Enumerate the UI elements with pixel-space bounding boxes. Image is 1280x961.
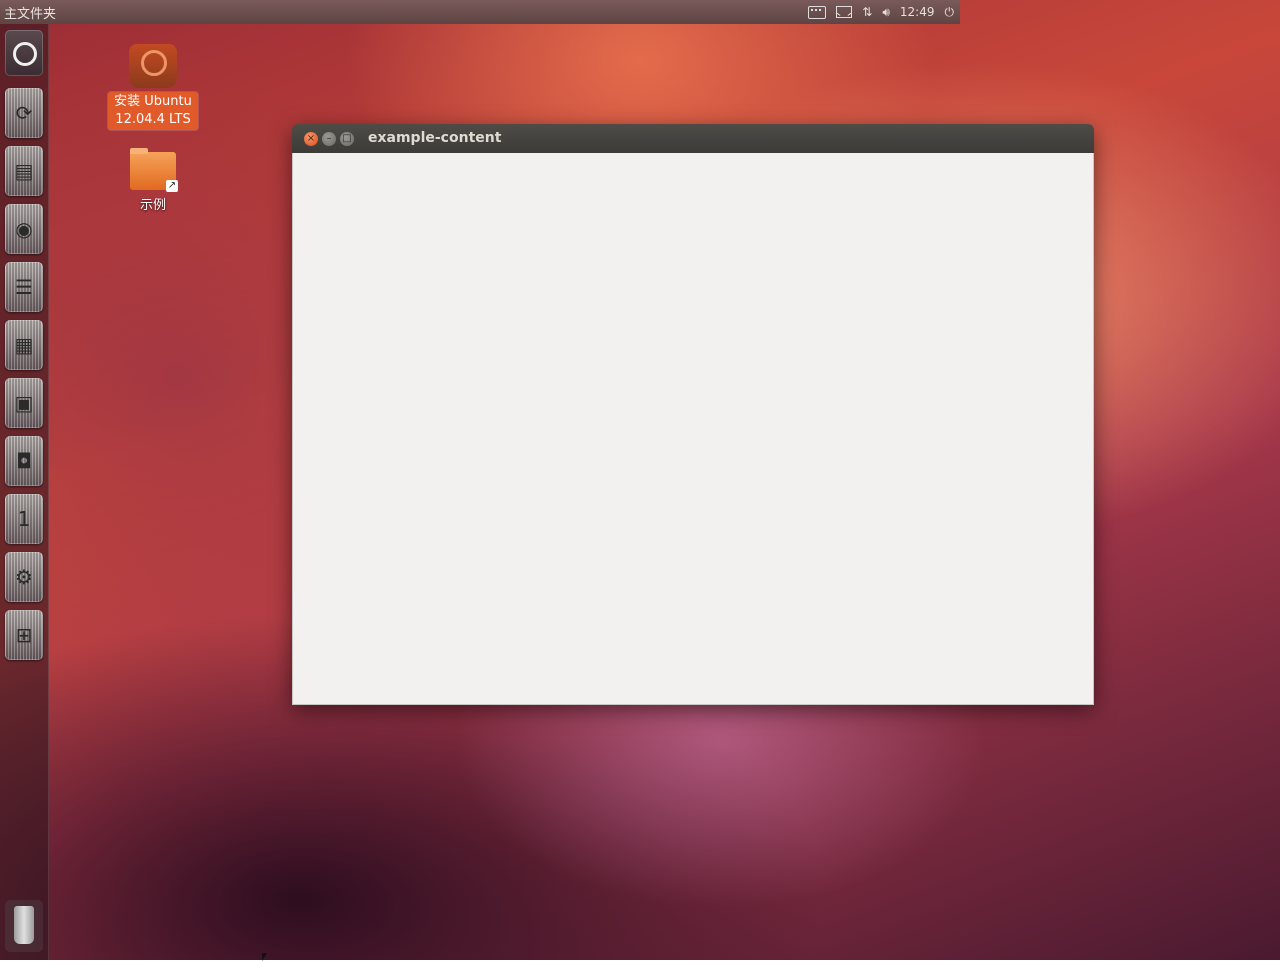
dash-home-button[interactable] [5,30,43,76]
maximize-button[interactable]: □ [340,132,354,146]
launcher-item-workspace-switcher[interactable]: ⊞ [5,610,43,660]
firefox-icon: ◉ [15,217,33,241]
workspace-grid-icon: ⊞ [15,623,33,647]
window-content[interactable] [292,153,1094,705]
ubuntu-logo-icon [13,42,37,66]
launcher-item-calc[interactable]: ▦ [5,320,43,370]
spreadsheet-icon: ▦ [14,333,34,357]
window-titlebar[interactable]: × – □ example-content [292,124,1094,153]
minimize-button[interactable]: – [322,132,336,146]
volume-icon[interactable]: 🔊︎ [882,2,890,22]
network-icon[interactable]: ⇅ [862,2,872,22]
launcher-item-ubuntu-one[interactable]: 1 [5,494,43,544]
clock[interactable]: 12:49 [900,2,935,22]
presentation-icon: ▣ [14,391,34,415]
launcher: ⟳ ▤ ◉ ☰ ▦ ▣ ◘ 1 ⚙ ⊞ [0,24,49,960]
document-icon: ☰ [15,275,33,299]
launcher-item-files[interactable]: ▤ [5,146,43,196]
trash-icon [14,906,34,944]
ubuntu-one-icon: 1 [17,507,31,531]
launcher-item-software-updater[interactable]: ⟳ [5,88,43,138]
file-cabinet-icon: ▤ [14,159,34,183]
launcher-item-firefox[interactable]: ◉ [5,204,43,254]
launcher-item-system-settings[interactable]: ⚙ [5,552,43,602]
desktop-icon-examples[interactable]: ↗ 示例 [118,148,188,213]
power-icon[interactable]: ⏻ [945,2,955,22]
installer-label: 安装 Ubuntu 12.04.4 LTS [108,92,198,130]
close-button[interactable]: × [304,132,318,146]
launcher-item-writer[interactable]: ☰ [5,262,43,312]
desktop-icon-install-ubuntu[interactable]: 安装 Ubuntu 12.04.4 LTS [108,44,198,130]
launcher-item-trash[interactable] [5,900,43,952]
launcher-item-software-center[interactable]: ◘ [5,436,43,486]
shopping-bag-icon: ◘ [16,449,32,473]
panel-app-title: 主文件夹 [4,7,57,22]
top-panel: 主文件夹 ⇅ 🔊︎ 12:49 ⏻ [0,0,960,24]
installer-label-line2: 12.04.4 LTS [115,112,191,127]
folder-link-icon: ↗ [130,148,178,192]
gear-icon: ⚙ [15,565,33,589]
keyboard-icon[interactable] [808,5,827,19]
installer-icon [129,44,177,88]
launcher-item-impress[interactable]: ▣ [5,378,43,428]
app-window: × – □ example-content [292,124,1094,705]
installer-label-line1: 安装 Ubuntu [114,94,192,109]
indicator-area: ⇅ 🔊︎ 12:49 ⏻ [808,2,954,22]
window-title: example-content [368,130,502,146]
software-updater-icon: ⟳ [15,101,33,125]
examples-label: 示例 [139,198,166,213]
mail-icon[interactable] [836,6,853,18]
